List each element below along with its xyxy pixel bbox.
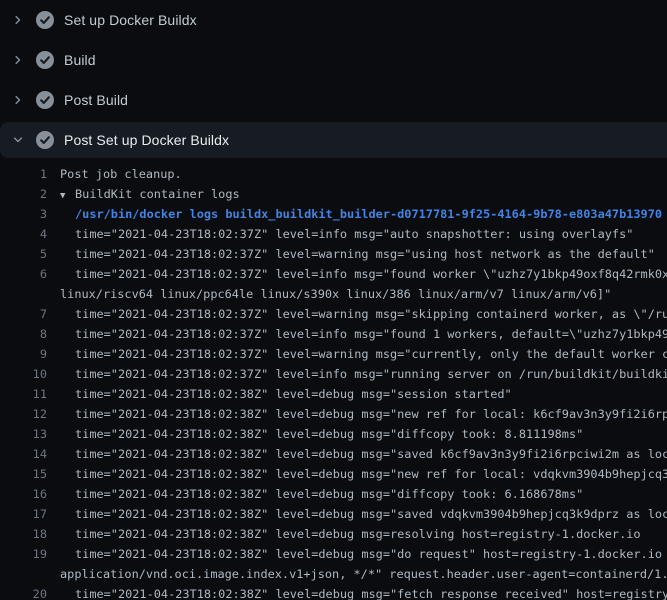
log-text: time="2021-04-23T18:02:37Z" level=info m… (47, 324, 667, 344)
check-circle-icon (36, 11, 54, 29)
log-line-number[interactable]: 13 (0, 424, 47, 444)
log-line-number[interactable]: 5 (0, 244, 47, 264)
log-line-number[interactable]: 14 (0, 444, 47, 464)
log-line: 7time="2021-04-23T18:02:37Z" level=warni… (0, 304, 667, 324)
log-line: 4time="2021-04-23T18:02:37Z" level=info … (0, 224, 667, 244)
log-text: time="2021-04-23T18:02:38Z" level=debug … (47, 464, 667, 484)
step-row-post-set-up-docker-buildx[interactable]: Post Set up Docker Buildx (0, 122, 667, 158)
log-line: 19time="2021-04-23T18:02:38Z" level=debu… (0, 544, 667, 564)
log-line: 17time="2021-04-23T18:02:38Z" level=debu… (0, 504, 667, 524)
log-text: time="2021-04-23T18:02:38Z" level=debug … (47, 524, 667, 544)
log-text: time="2021-04-23T18:02:37Z" level=warnin… (47, 344, 667, 364)
chevron-right-icon[interactable] (12, 54, 36, 66)
log-line-number[interactable]: 15 (0, 464, 47, 484)
log-text: time="2021-04-23T18:02:38Z" level=debug … (47, 584, 667, 600)
log-line: 14time="2021-04-23T18:02:38Z" level=debu… (0, 444, 667, 464)
log-text: time="2021-04-23T18:02:37Z" level=info m… (47, 224, 667, 244)
log-text: Post job cleanup. (47, 164, 667, 184)
chevron-right-icon[interactable] (12, 94, 36, 106)
log-line: 5time="2021-04-23T18:02:37Z" level=warni… (0, 244, 667, 264)
chevron-right-icon[interactable] (12, 14, 36, 26)
job-steps-list: Set up Docker Buildx Build Post Build Post … (0, 0, 667, 158)
check-circle-icon (36, 51, 54, 69)
log-line: 20time="2021-04-23T18:02:38Z" level=debu… (0, 584, 667, 600)
log-line-number[interactable]: 19 (0, 544, 47, 564)
log-line-number[interactable]: 20 (0, 584, 47, 600)
step-row-post-build[interactable]: Post Build (0, 80, 667, 120)
log-line-number[interactable]: 3 (0, 204, 47, 224)
log-group-title[interactable]: BuildKit container logs (75, 187, 240, 201)
log-line: 15time="2021-04-23T18:02:38Z" level=debu… (0, 464, 667, 484)
log-text: ▼BuildKit container logs (47, 184, 667, 204)
log-line: 13time="2021-04-23T18:02:38Z" level=debu… (0, 424, 667, 444)
log-line: 3/usr/bin/docker logs buildx_buildkit_bu… (0, 204, 667, 224)
log-text: application/vnd.oci.image.index.v1+json,… (47, 564, 667, 584)
log-line-number (0, 284, 47, 304)
log-text: time="2021-04-23T18:02:37Z" level=warnin… (47, 304, 667, 324)
log-text: time="2021-04-23T18:02:38Z" level=debug … (47, 424, 667, 444)
log-line-number[interactable]: 17 (0, 504, 47, 524)
log-line: 12time="2021-04-23T18:02:38Z" level=debu… (0, 404, 667, 424)
log-line-number[interactable]: 9 (0, 344, 47, 364)
log-line-number[interactable]: 11 (0, 384, 47, 404)
log-line-number[interactable]: 10 (0, 364, 47, 384)
step-label: Build (64, 52, 96, 68)
log-text: time="2021-04-23T18:02:38Z" level=debug … (47, 544, 667, 564)
log-group-toggle-icon[interactable]: ▼ (60, 186, 75, 204)
log-line: application/vnd.oci.image.index.v1+json,… (0, 564, 667, 584)
log-text: time="2021-04-23T18:02:37Z" level=info m… (47, 264, 667, 284)
log-text: time="2021-04-23T18:02:38Z" level=debug … (47, 504, 667, 524)
step-label: Set up Docker Buildx (64, 12, 197, 28)
step-row-build[interactable]: Build (0, 40, 667, 80)
log-line-number[interactable]: 1 (0, 164, 47, 184)
step-label: Post Set up Docker Buildx (64, 132, 229, 148)
log-line: 8time="2021-04-23T18:02:37Z" level=info … (0, 324, 667, 344)
log-line: 10time="2021-04-23T18:02:37Z" level=info… (0, 364, 667, 384)
log-line: 2▼BuildKit container logs (0, 184, 667, 204)
log-line-number[interactable]: 12 (0, 404, 47, 424)
log-line: linux/riscv64 linux/ppc64le linux/s390x … (0, 284, 667, 304)
log-text: time="2021-04-23T18:02:37Z" level=warnin… (47, 244, 667, 264)
chevron-down-icon[interactable] (12, 134, 36, 146)
step-row-set-up-docker-buildx[interactable]: Set up Docker Buildx (0, 0, 667, 40)
log-line-number[interactable]: 2 (0, 184, 47, 204)
log-text: time="2021-04-23T18:02:37Z" level=info m… (47, 364, 667, 384)
log-line: 1Post job cleanup. (0, 164, 667, 184)
log-text: time="2021-04-23T18:02:38Z" level=debug … (47, 404, 667, 424)
log-line-number[interactable]: 18 (0, 524, 47, 544)
check-circle-icon (36, 91, 54, 109)
log-line-number[interactable]: 16 (0, 484, 47, 504)
log-command-text: /usr/bin/docker logs buildx_buildkit_bui… (47, 204, 667, 224)
step-label: Post Build (64, 92, 128, 108)
log-text: time="2021-04-23T18:02:38Z" level=debug … (47, 444, 667, 464)
check-circle-icon (36, 131, 54, 149)
log-line-number[interactable]: 7 (0, 304, 47, 324)
log-text: linux/riscv64 linux/ppc64le linux/s390x … (47, 284, 667, 304)
log-viewer: 1Post job cleanup.2▼BuildKit container l… (0, 164, 667, 600)
log-line-number (0, 564, 47, 584)
log-text: time="2021-04-23T18:02:38Z" level=debug … (47, 384, 667, 404)
log-line-number[interactable]: 4 (0, 224, 47, 244)
log-line: 11time="2021-04-23T18:02:38Z" level=debu… (0, 384, 667, 404)
log-line: 6time="2021-04-23T18:02:37Z" level=info … (0, 264, 667, 284)
log-line-number[interactable]: 8 (0, 324, 47, 344)
log-line-number[interactable]: 6 (0, 264, 47, 284)
log-text: time="2021-04-23T18:02:38Z" level=debug … (47, 484, 667, 504)
log-line: 18time="2021-04-23T18:02:38Z" level=debu… (0, 524, 667, 544)
log-line: 16time="2021-04-23T18:02:38Z" level=debu… (0, 484, 667, 504)
log-line: 9time="2021-04-23T18:02:37Z" level=warni… (0, 344, 667, 364)
